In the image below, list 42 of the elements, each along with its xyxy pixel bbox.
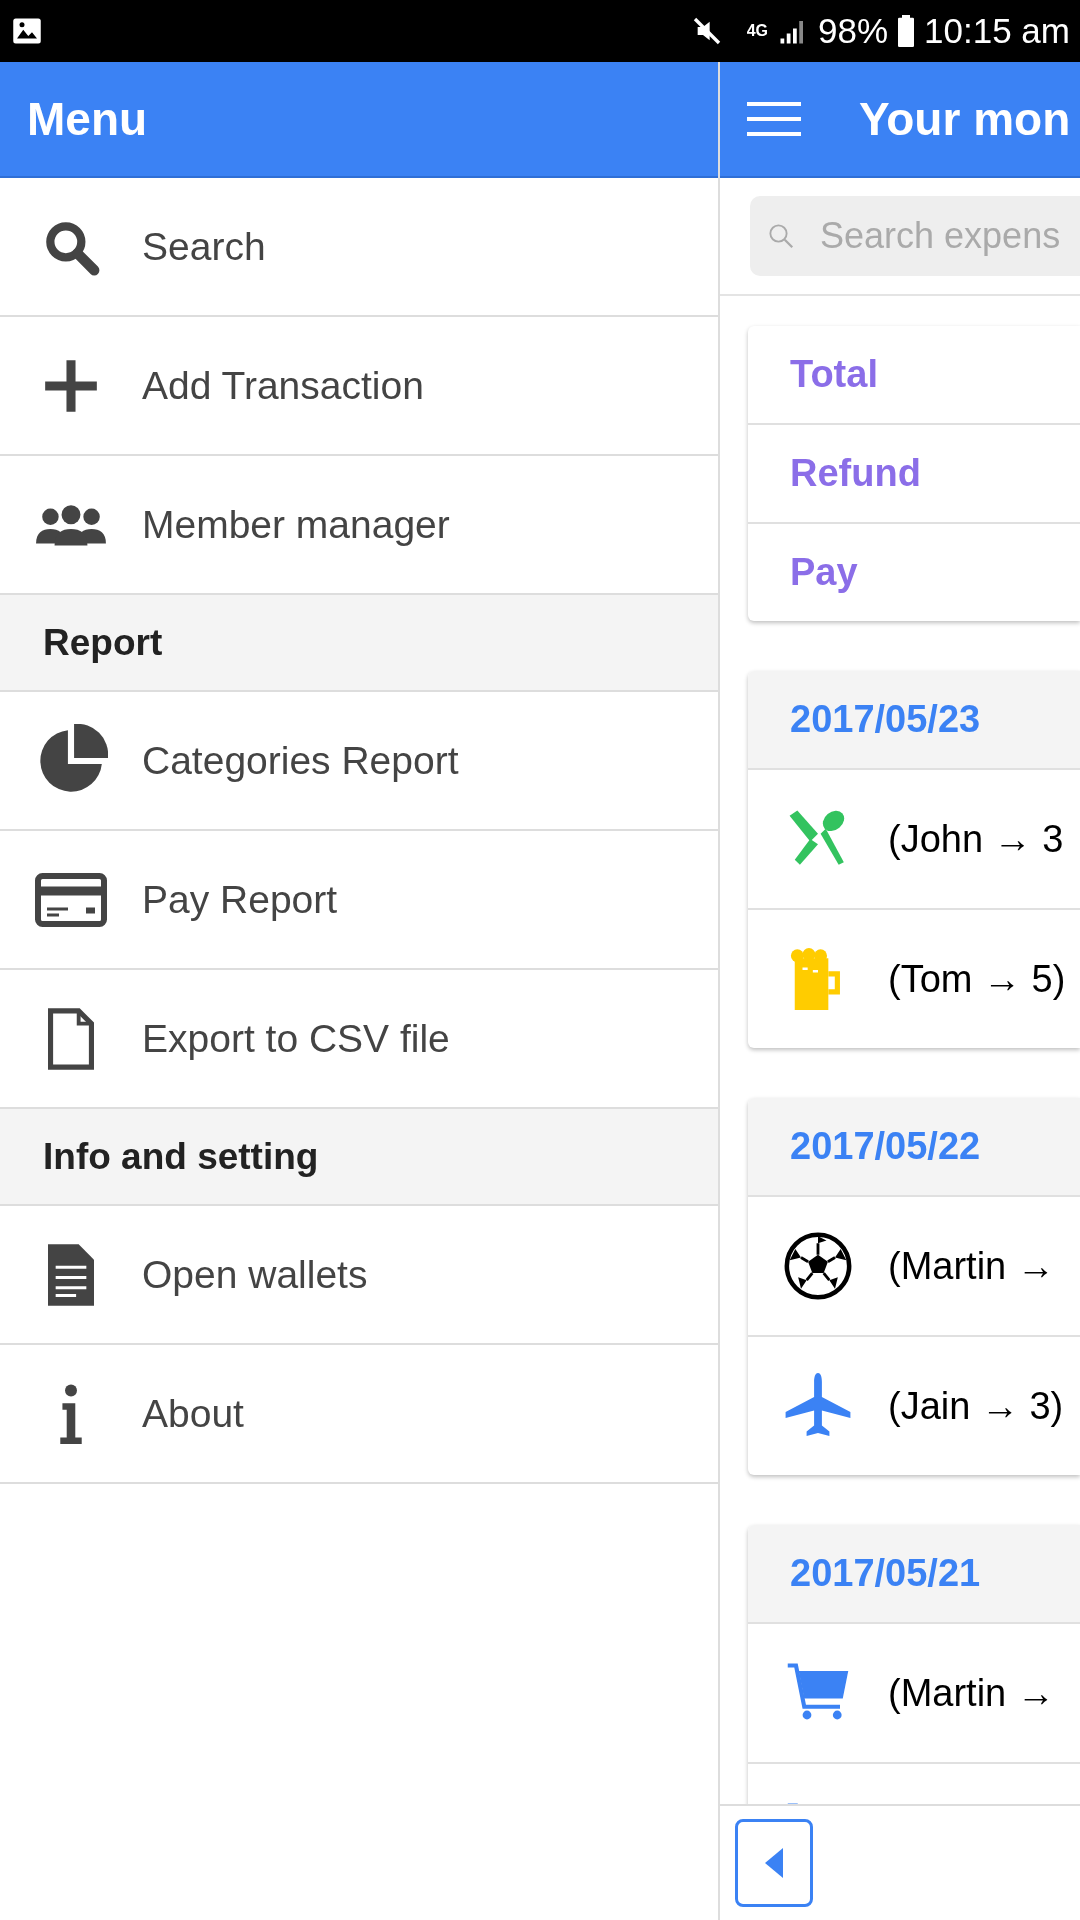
section-title: Report — [43, 621, 163, 664]
expense-text: (Martin → — [888, 1671, 1055, 1715]
battery-percent: 98% — [818, 11, 889, 51]
menu-icon[interactable] — [747, 102, 801, 136]
drawer-title: Menu — [27, 92, 148, 146]
expense-row[interactable]: (Martin → — [748, 1195, 1080, 1335]
expense-text: (Martin → — [888, 1244, 1055, 1288]
expense-row[interactable]: (Tom → 5) — [748, 908, 1080, 1048]
document-icon — [48, 1243, 94, 1306]
battery-icon — [898, 15, 915, 47]
info-icon — [58, 1383, 84, 1444]
people-icon — [34, 503, 108, 546]
search-icon — [766, 221, 796, 251]
summary-label: Total — [790, 353, 878, 396]
date-label: 2017/05/23 — [790, 698, 981, 741]
search-field[interactable]: Search expens — [750, 196, 1080, 276]
menu-item[interactable]: Categories Report — [0, 692, 718, 831]
app-title: Your mon — [859, 92, 1071, 146]
file-icon — [48, 1007, 94, 1070]
clock: 10:15 am — [924, 11, 1070, 51]
back-button[interactable] — [735, 1819, 813, 1907]
menu-item[interactable]: Search — [0, 178, 718, 317]
expense-row[interactable]: (Jain → 3) — [748, 1335, 1080, 1475]
summary-label: Pay — [790, 551, 858, 594]
expense-text: (Jain → 3) — [888, 1384, 1064, 1428]
network-label: 4G — [746, 22, 768, 40]
left-triangle-icon — [765, 1848, 783, 1878]
summary-label: Refund — [790, 452, 921, 495]
credit-card-icon — [34, 872, 108, 927]
image-icon — [12, 16, 42, 46]
section-title: Info and setting — [43, 1135, 319, 1178]
menu-item[interactable]: Open wallets — [0, 1206, 718, 1345]
expense-text: (John → 3 — [888, 817, 1064, 861]
date-label: 2017/05/21 — [790, 1552, 981, 1595]
soccer-ball-icon — [784, 1232, 852, 1300]
menu-item[interactable]: About — [0, 1345, 718, 1484]
expense-row[interactable]: (Martin → — [748, 1622, 1080, 1762]
expense-row[interactable]: (John → 3 — [748, 768, 1080, 908]
menu-item[interactable]: Add Transaction — [0, 317, 718, 456]
menu-item[interactable]: Pay Report — [0, 831, 718, 970]
date-label: 2017/05/22 — [790, 1125, 981, 1168]
expense-text: (Tom → 5) — [888, 957, 1066, 1001]
